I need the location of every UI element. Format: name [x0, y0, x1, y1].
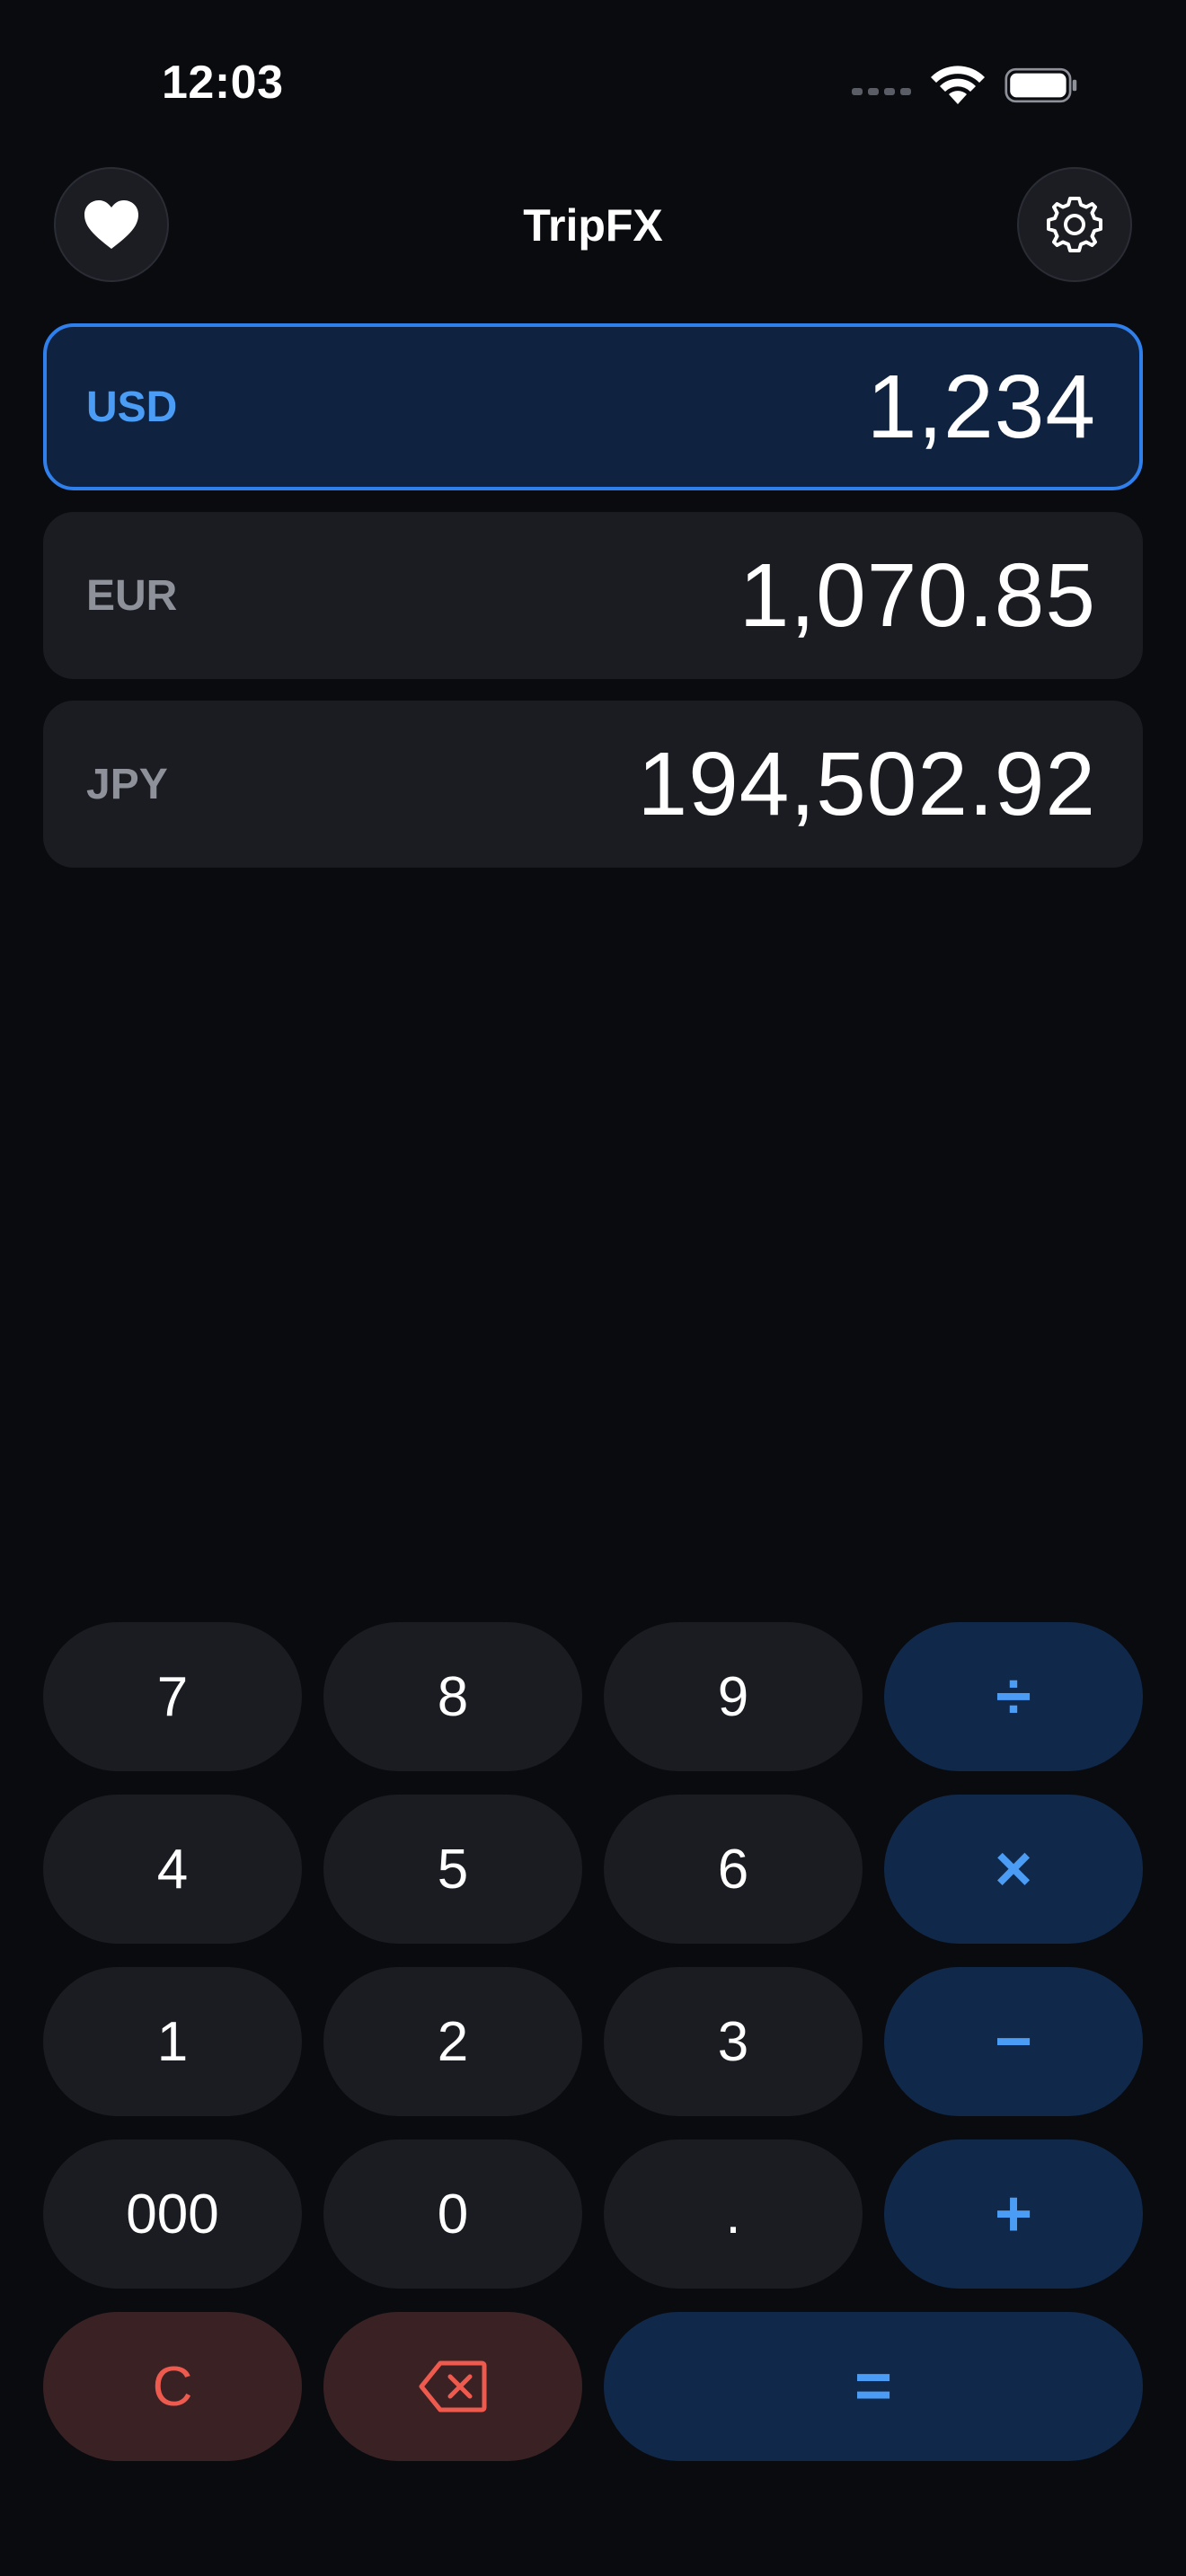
header: TripFX [0, 167, 1186, 284]
key-9[interactable]: 9 [604, 1622, 863, 1771]
backspace-icon [419, 2360, 487, 2413]
currency-amount: 1,234 [866, 356, 1096, 457]
key-1[interactable]: 1 [43, 1967, 302, 2116]
keypad: 7 8 9 ÷ 4 5 6 × 1 2 3 − 000 0 . + C = [43, 1622, 1143, 2461]
decimal-button[interactable]: . [604, 2139, 863, 2289]
status-bar: 12:03 [0, 0, 1186, 171]
clear-button[interactable]: C [43, 2312, 302, 2461]
key-2[interactable]: 2 [323, 1967, 582, 2116]
multiply-button[interactable]: × [884, 1795, 1143, 1944]
backspace-button[interactable] [323, 2312, 582, 2461]
currency-row-usd[interactable]: USD 1,234 [43, 323, 1143, 490]
plus-button[interactable]: + [884, 2139, 1143, 2289]
currency-code: USD [86, 383, 178, 431]
wifi-icon [931, 66, 985, 104]
currency-row-eur[interactable]: EUR 1,070.85 [43, 512, 1143, 679]
settings-button[interactable] [1017, 167, 1132, 282]
equals-button[interactable]: = [604, 2312, 1143, 2461]
key-3[interactable]: 3 [604, 1967, 863, 2116]
currency-amount: 1,070.85 [739, 544, 1096, 646]
key-4[interactable]: 4 [43, 1795, 302, 1944]
divide-button[interactable]: ÷ [884, 1622, 1143, 1771]
app-title: TripFX [523, 200, 663, 251]
minus-button[interactable]: − [884, 1967, 1143, 2116]
key-6[interactable]: 6 [604, 1795, 863, 1944]
key-8[interactable]: 8 [323, 1622, 582, 1771]
key-000[interactable]: 000 [43, 2139, 302, 2289]
cellular-signal-icon [852, 88, 911, 95]
battery-icon [1005, 67, 1077, 103]
status-time: 12:03 [162, 57, 284, 109]
currency-list: USD 1,234 EUR 1,070.85 JPY 194,502.92 [43, 323, 1143, 889]
key-5[interactable]: 5 [323, 1795, 582, 1944]
gear-icon [1047, 197, 1102, 252]
key-7[interactable]: 7 [43, 1622, 302, 1771]
currency-code: JPY [86, 760, 168, 808]
currency-row-jpy[interactable]: JPY 194,502.92 [43, 701, 1143, 868]
currency-code: EUR [86, 571, 178, 620]
currency-amount: 194,502.92 [637, 733, 1096, 834]
status-icons [852, 65, 1078, 106]
key-0[interactable]: 0 [323, 2139, 582, 2289]
app-screen: 12:03 TripFX USD 1,234 EUR 1,070.85 JPY … [0, 0, 1186, 2576]
